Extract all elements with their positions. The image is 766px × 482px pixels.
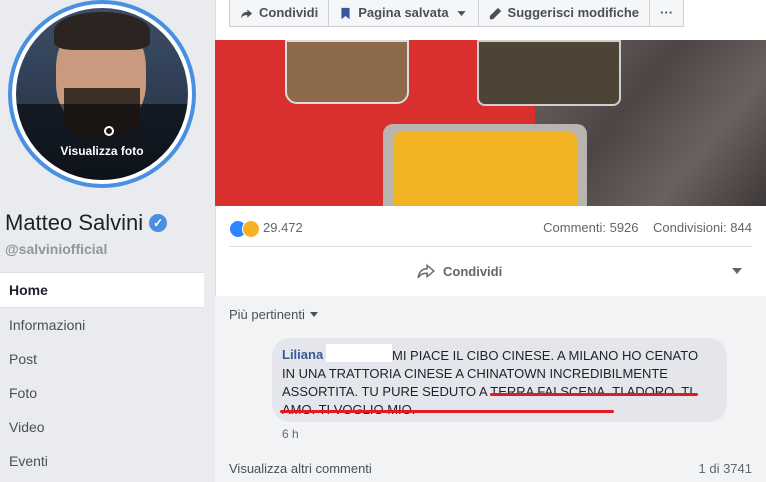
pencil-icon [489,7,501,19]
bookmark-icon [341,7,350,19]
chevron-down-icon [456,10,466,16]
page-handle[interactable]: @salviniofficial [5,241,107,257]
share-arrow-icon [417,263,435,279]
sidebar-nav: Home Informazioni Post Foto Video Eventi [0,272,204,478]
redacted-surname [326,344,392,362]
saved-page-button[interactable]: Pagina salvata [329,0,479,26]
camera-icon [104,126,114,136]
share-page-label: Condividi [259,5,319,20]
comments-count[interactable]: Commenti: 5926 [543,220,638,235]
page-sidebar: Visualizza foto Matteo Salvini ✓ @salvin… [0,0,204,482]
sidebar-item-informazioni[interactable]: Informazioni [0,308,204,342]
view-more-comments-link[interactable]: Visualizza altri commenti [229,461,372,476]
verified-badge-icon: ✓ [149,214,168,232]
sidebar-item-foto[interactable]: Foto [0,376,204,410]
divider [229,246,752,247]
audience-dropdown-icon[interactable] [732,268,742,274]
profile-picture[interactable]: Visualizza foto [8,0,196,188]
sidebar-item-video[interactable]: Video [0,410,204,444]
page-action-toolbar: Condividi Pagina salvata Suggerisci modi… [229,0,685,27]
post-stats: 29.472 Commenti: 5926 Condivisioni: 844 [229,218,752,238]
comment-timestamp[interactable]: 6 h [282,427,299,441]
avatar: Visualizza foto [16,8,188,180]
photo-food-contents [393,132,577,206]
photo-food-tray [285,40,409,104]
share-icon [240,8,253,18]
highlight-underline [490,393,698,396]
avatar-overlay [16,104,188,180]
saved-page-label: Pagina salvata [358,5,449,20]
comment-sort-dropdown[interactable]: Più pertinenti [229,307,318,322]
comments-shares-count: Commenti: 5926 Condivisioni: 844 [543,220,752,235]
comment-author[interactable]: Liliana [282,347,323,362]
share-post-button[interactable]: Condividi [417,262,502,280]
page-title[interactable]: Matteo Salvini ✓ [5,210,168,236]
avatar-hair [54,12,150,50]
photo-food-tray [477,40,621,106]
reactions-count[interactable]: 29.472 [263,220,303,235]
page-name-text: Matteo Salvini [5,210,144,235]
post-photo[interactable] [215,40,766,206]
view-photo-label: Visualizza foto [60,144,144,158]
share-page-button[interactable]: Condividi [230,0,330,26]
post-actions: Condividi [229,252,752,292]
comments-pager: 1 di 3741 [698,461,753,476]
shares-count[interactable]: Condivisioni: 844 [653,220,752,235]
sidebar-item-post[interactable]: Post [0,342,204,376]
suggest-edits-label: Suggerisci modifiche [507,5,640,20]
more-dots-icon: ··· [660,5,674,20]
suggest-edits-button[interactable]: Suggerisci modifiche [479,0,651,26]
share-post-label: Condividi [443,263,503,279]
more-options-button[interactable]: ··· [650,0,683,26]
sidebar-item-home[interactable]: Home [0,272,204,308]
sort-label: Più pertinenti [229,307,305,322]
sidebar-item-eventi[interactable]: Eventi [0,444,204,478]
chevron-down-icon [309,312,318,317]
haha-reaction-icon [242,220,260,238]
highlight-underline [280,410,614,413]
